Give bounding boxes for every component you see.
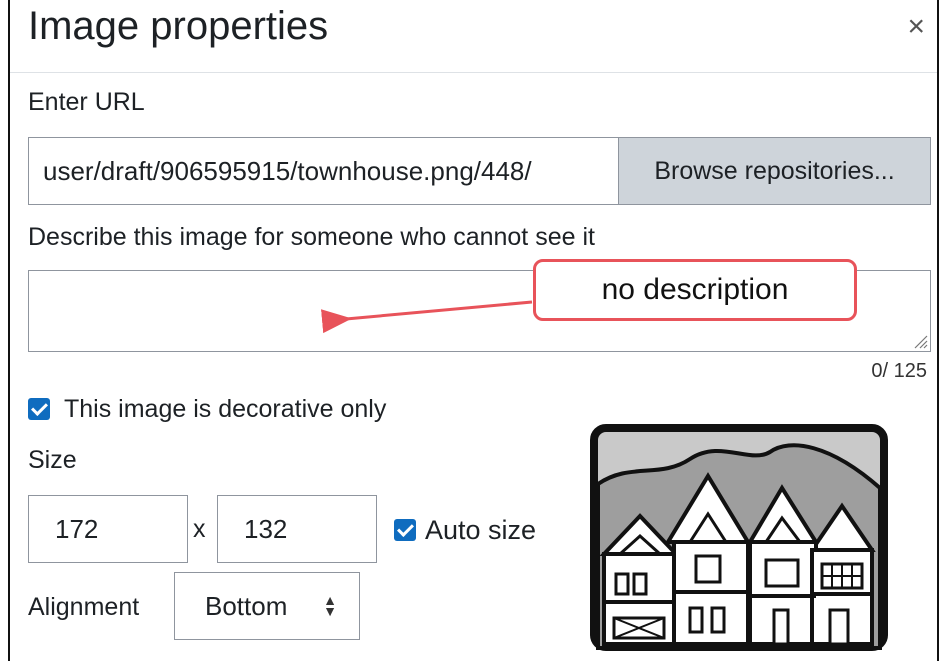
decorative-checkbox[interactable]	[28, 398, 50, 420]
auto-size-label: Auto size	[425, 515, 537, 545]
alignment-selected-value: Bottom	[205, 590, 288, 621]
browse-repositories-button[interactable]: Browse repositories...	[618, 138, 930, 204]
width-input[interactable]: 172	[28, 495, 188, 563]
townhouse-image	[590, 424, 888, 651]
url-field-group: Browse repositories...	[28, 137, 931, 205]
image-properties-dialog: Image properties × Enter URL Browse repo…	[8, 0, 939, 661]
close-icon[interactable]: ×	[907, 12, 925, 42]
url-input[interactable]	[29, 138, 618, 204]
height-input[interactable]: 132	[217, 495, 377, 563]
auto-size-checkbox[interactable]	[394, 519, 416, 541]
description-label: Describe this image for someone who cann…	[28, 223, 595, 251]
decorative-label: This image is decorative only	[64, 395, 387, 423]
size-label: Size	[28, 446, 77, 474]
select-caret-icon: ▲ ▼	[323, 592, 337, 619]
header-divider	[10, 72, 937, 73]
alignment-select[interactable]: Bottom ▲ ▼	[174, 572, 360, 640]
annotation-callout: no description	[533, 259, 857, 321]
size-separator: x	[193, 515, 206, 543]
dialog-title: Image properties	[28, 4, 329, 48]
resize-grip-icon[interactable]	[912, 333, 928, 349]
alignment-label: Alignment	[28, 593, 140, 621]
url-label: Enter URL	[28, 88, 145, 116]
character-counter: 0/ 125	[871, 360, 927, 382]
